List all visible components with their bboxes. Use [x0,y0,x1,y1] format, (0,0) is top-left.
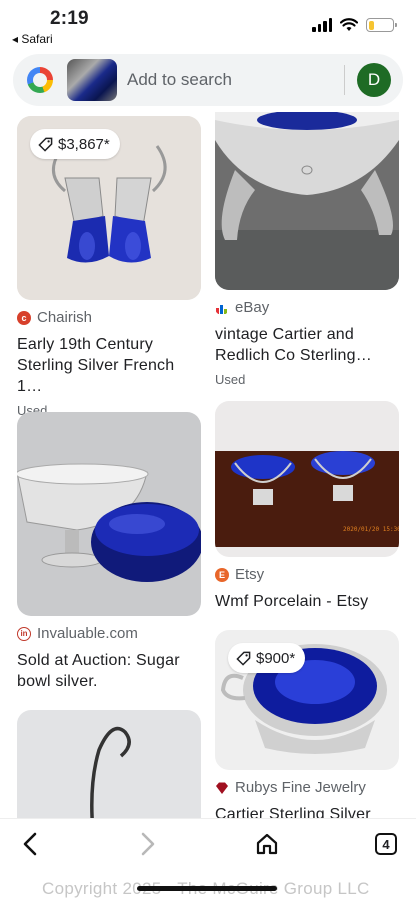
hanging-hook-image [17,710,201,818]
status-bar: 2:19 ◂ Safari [0,0,416,50]
result-image[interactable] [215,112,399,290]
salt-cellar-image [215,112,399,290]
search-input[interactable]: Add to search [127,70,344,90]
results-grid: $3,867* c Chairish Early 19th Century St… [0,112,416,818]
salt-dishes-image: 2020/01/20 15:30 [215,401,399,557]
google-logo-icon [27,67,53,93]
result-title[interactable]: Early 19th Century Sterling Silver Frenc… [17,334,201,397]
chairish-icon: c [17,310,31,325]
result-card[interactable] [17,710,201,818]
result-title[interactable]: Sold at Auction: Sugar bowl silver. [17,650,201,692]
battery-icon [366,18,397,32]
tabs-button[interactable]: 4 [371,829,401,859]
source-name: Rubys Fine Jewelry [235,779,366,796]
result-title[interactable]: Cartier Sterling Silver [215,804,399,818]
tab-count-icon: 4 [375,833,397,855]
invaluable-icon: in [17,626,31,641]
home-indicator[interactable] [137,886,277,891]
result-image[interactable]: $900* [215,630,399,770]
result-card[interactable]: $3,867* c Chairish Early 19th Century St… [17,116,201,418]
result-title[interactable]: vintage Cartier and Redlich Co Sterling … [215,324,399,366]
back-to-safari-link[interactable]: ◂ Safari [12,32,53,46]
result-card[interactable]: eBay vintage Cartier and Redlich Co Ster… [215,112,399,387]
result-image[interactable]: $3,867* [17,116,201,300]
result-title[interactable]: Wmf Porcelain - Etsy [215,591,399,612]
cellular-signal-icon [312,18,332,32]
result-source[interactable]: c Chairish [17,309,201,326]
price-badge: $900* [228,643,306,673]
search-image-thumbnail[interactable] [67,59,117,101]
search-bar[interactable]: Add to search D [13,54,403,106]
chevron-right-icon [141,832,155,856]
home-icon [256,833,278,855]
home-button[interactable] [252,829,282,859]
back-button[interactable] [15,829,45,859]
etsy-icon: E [215,567,229,582]
svg-text:2020/01/20 15:30: 2020/01/20 15:30 [343,526,399,533]
rubys-diamond-icon [216,782,228,794]
result-card[interactable]: in Invaluable.com Sold at Auction: Sugar… [17,412,201,692]
ebay-icon [216,304,227,314]
result-card[interactable]: $900* Rubys Fine Jewelry Cartier Sterlin… [215,630,399,818]
sugar-bowl-image [17,412,201,616]
forward-button[interactable] [133,829,163,859]
result-source[interactable]: in Invaluable.com [17,625,201,642]
source-name: Chairish [37,309,93,326]
result-source[interactable]: E Etsy [215,566,399,583]
result-source[interactable]: Rubys Fine Jewelry [215,779,399,796]
price-tag-icon [236,651,251,666]
result-card[interactable]: 2020/01/20 15:30 E Etsy Wmf Porcelain - … [215,401,399,612]
result-source[interactable]: eBay [215,299,399,316]
source-name: Etsy [235,566,265,583]
price-badge: $3,867* [30,129,120,159]
result-condition: Used [215,372,246,387]
source-name: eBay [235,299,270,316]
status-icons [312,18,397,32]
price-text: $900* [256,649,296,667]
status-time: 2:19 [50,8,89,29]
search-divider [344,65,345,95]
result-image[interactable] [17,412,201,616]
account-avatar[interactable]: D [357,63,391,97]
chevron-left-icon [23,832,37,856]
price-text: $3,867* [58,135,110,153]
source-name: Invaluable.com [37,625,138,642]
result-image[interactable] [17,710,201,818]
price-tag-icon [38,137,53,152]
result-image[interactable]: 2020/01/20 15:30 [215,401,399,557]
wifi-icon [340,18,358,31]
